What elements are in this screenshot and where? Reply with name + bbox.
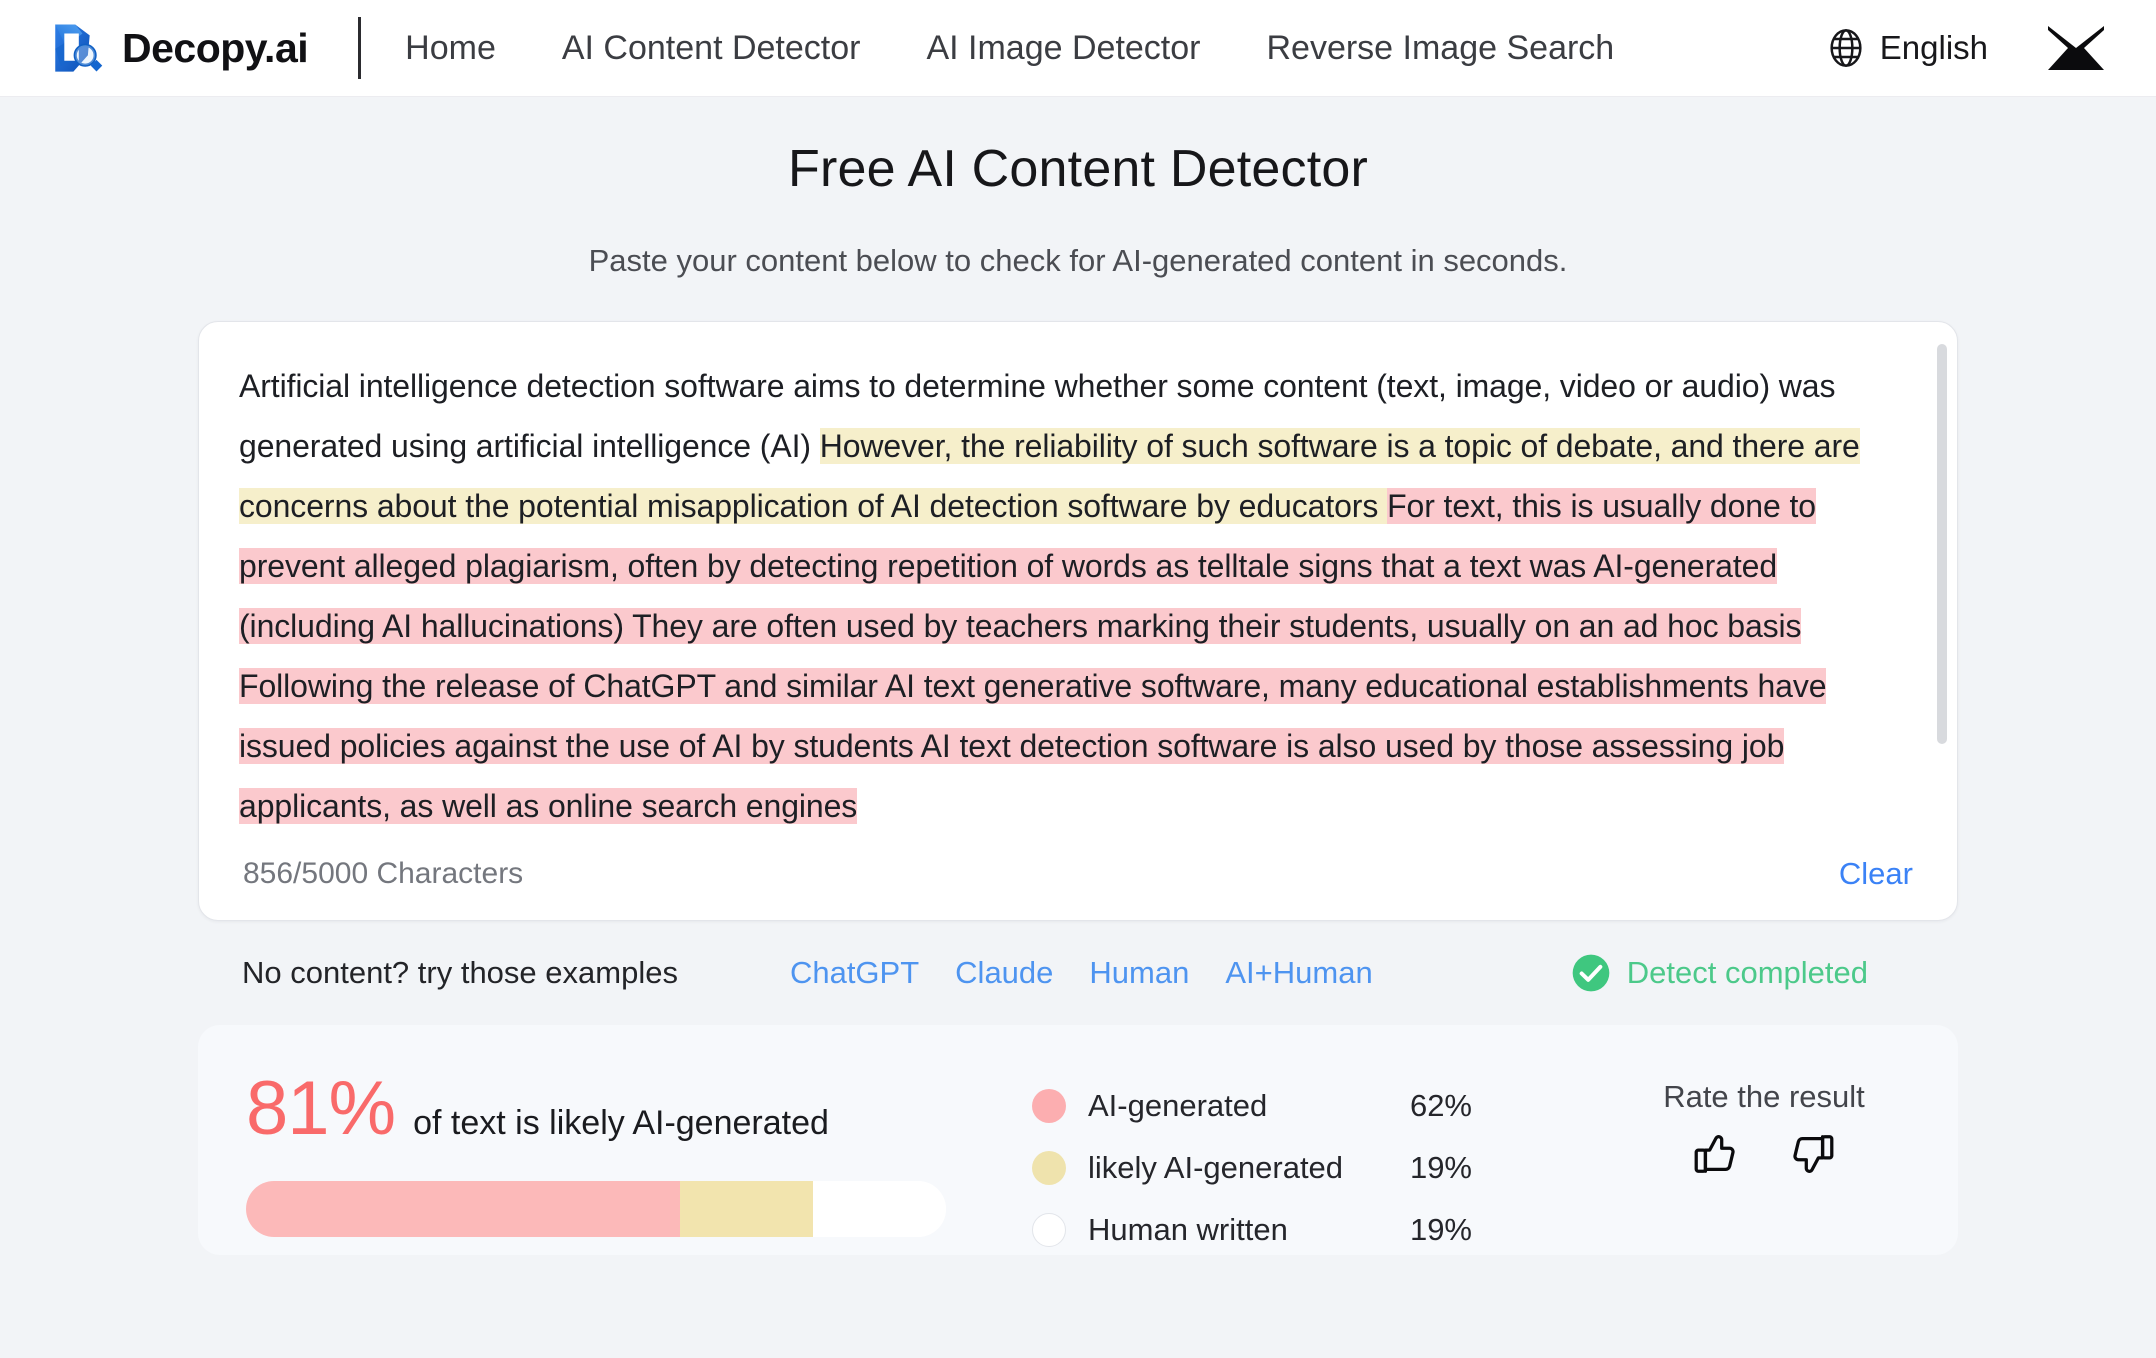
result-summary: 81% of text is likely AI-generated <box>246 1071 956 1237</box>
examples-label: No content? try those examples <box>242 955 678 990</box>
editor-footer: 856/5000 Characters Clear <box>199 828 1957 920</box>
check-circle-icon <box>1572 954 1610 992</box>
legend-dot-likely-ai-generated <box>1032 1151 1066 1185</box>
language-selector[interactable]: English <box>1826 28 1988 68</box>
legend-label-likely-ai-generated: likely AI-generated <box>1088 1150 1344 1185</box>
example-ai-human[interactable]: AI+Human <box>1225 955 1372 991</box>
character-count: 856/5000 Characters <box>243 857 524 890</box>
result-legend: AI-generated 62% likely AI-generated 19%… <box>1032 1075 1472 1261</box>
content-textarea[interactable]: Artificial intelligence detection softwa… <box>239 356 1917 826</box>
result-percent: 81% <box>246 1066 396 1151</box>
legend-value-ai-generated: 62% <box>1409 1088 1472 1123</box>
progress-segment-human <box>813 1181 946 1237</box>
result-progress-bar <box>246 1181 946 1237</box>
nav-item-ai-content-detector[interactable]: AI Content Detector <box>562 29 861 68</box>
nav-item-ai-image-detector[interactable]: AI Image Detector <box>926 29 1200 68</box>
brand-name: Decopy.ai <box>122 24 309 71</box>
header-divider <box>358 17 362 79</box>
text-input-card: Artificial intelligence detection softwa… <box>198 321 1958 921</box>
main-nav: Home AI Content Detector AI Image Detect… <box>405 29 1614 68</box>
example-human[interactable]: Human <box>1089 955 1189 991</box>
progress-segment-ai-generated <box>246 1181 680 1237</box>
site-header: Decopy.ai Home AI Content Detector AI Im… <box>0 0 2156 97</box>
legend-dot-human-written <box>1032 1213 1066 1247</box>
brand-logo[interactable]: Decopy.ai <box>48 19 309 77</box>
result-headline: 81% of text is likely AI-generated <box>246 1071 956 1147</box>
envelope-icon[interactable] <box>2048 26 2104 70</box>
examples-links: ChatGPT Claude Human AI+Human <box>790 955 1373 991</box>
globe-icon <box>1830 29 1862 67</box>
nav-item-home[interactable]: Home <box>405 29 496 68</box>
legend-item-likely-ai-generated: likely AI-generated 19% <box>1032 1137 1472 1199</box>
legend-label-human-written: Human written <box>1088 1212 1288 1247</box>
rate-result: Rate the result <box>1624 1079 1904 1177</box>
legend-dot-ai-generated <box>1032 1089 1066 1123</box>
page-subtitle: Paste your content below to check for AI… <box>588 243 1568 278</box>
progress-segment-likely-ai <box>680 1181 813 1237</box>
decopy-logo-icon <box>55 24 103 72</box>
examples-row: No content? try those examples ChatGPT C… <box>198 921 1958 1025</box>
rate-title: Rate the result <box>1663 1079 1865 1114</box>
status-text: Detect completed <box>1626 955 1868 990</box>
thumbs-up-icon[interactable] <box>1692 1131 1738 1177</box>
scrollbar-thumb[interactable] <box>1937 344 1947 744</box>
legend-label-ai-generated: AI-generated <box>1088 1088 1268 1123</box>
legend-item-human-written: Human written 19% <box>1032 1199 1472 1261</box>
legend-value-human-written: 19% <box>1409 1212 1472 1247</box>
example-claude[interactable]: Claude <box>955 955 1053 991</box>
nav-item-reverse-image-search[interactable]: Reverse Image Search <box>1266 29 1614 68</box>
result-headline-text: of text is likely AI-generated <box>413 1104 829 1142</box>
legend-item-ai-generated: AI-generated 62% <box>1032 1075 1472 1137</box>
example-chatgpt[interactable]: ChatGPT <box>790 955 919 991</box>
result-card: 81% of text is likely AI-generated AI-ge… <box>198 1025 1958 1255</box>
textarea-scrollbar[interactable] <box>1937 344 1947 828</box>
rate-icons <box>1624 1131 1904 1177</box>
clear-button[interactable]: Clear <box>1839 856 1913 892</box>
header-actions: English <box>1826 26 2116 70</box>
detect-status: Detect completed <box>1571 953 1914 993</box>
page-body: Free AI Content Detector Paste your cont… <box>0 97 2156 1358</box>
legend-value-likely-ai-generated: 19% <box>1409 1150 1472 1185</box>
thumbs-down-icon[interactable] <box>1790 1131 1836 1177</box>
text-segment-pink: For text, this is usually done to preven… <box>239 488 1827 824</box>
content-wrapper: Artificial intelligence detection softwa… <box>198 321 1958 1255</box>
page-title: Free AI Content Detector <box>788 140 1368 198</box>
language-label: English <box>1879 29 1988 66</box>
